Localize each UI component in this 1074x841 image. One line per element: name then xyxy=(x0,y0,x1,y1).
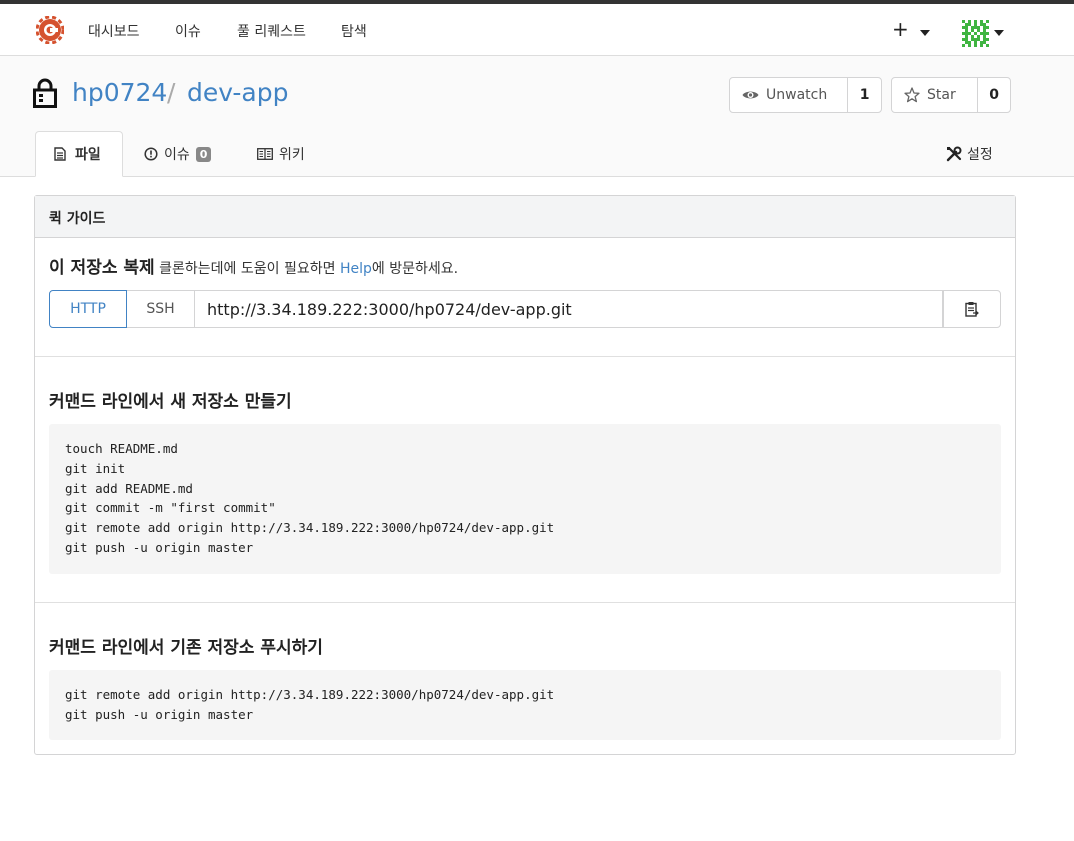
push-repo-code-block: git remote add origin http://3.34.189.22… xyxy=(49,670,1001,740)
nav-pull-requests[interactable]: 풀 리퀘스트 xyxy=(237,21,306,41)
watch-button-group: Unwatch 1 xyxy=(729,77,882,113)
star-button-group: Star 0 xyxy=(891,77,1011,113)
create-dropdown-caret-icon[interactable] xyxy=(920,30,930,36)
repo-name-link[interactable]: dev-app xyxy=(187,78,288,107)
repo-path-separator: / xyxy=(167,78,176,107)
copy-url-button[interactable] xyxy=(943,290,1001,328)
quick-guide-panel: 퀵 가이드 이 저장소 복제 클론하는데에 도움이 필요하면 Help에 방문하… xyxy=(34,195,1016,755)
quick-guide-title: 퀵 가이드 xyxy=(35,196,1015,238)
clone-desc-prefix: 클론하는데에 도움이 필요하면 xyxy=(159,261,340,277)
new-repo-code-block: touch README.md git init git add README.… xyxy=(49,424,1001,574)
push-repo-title: 커맨드 라인에서 기존 저장소 푸시하기 xyxy=(49,638,323,658)
tab-settings[interactable]: 설정 xyxy=(946,131,993,177)
watch-count[interactable]: 1 xyxy=(848,78,881,112)
book-icon xyxy=(257,148,273,160)
code-line: git remote add origin http://3.34.189.22… xyxy=(65,687,555,702)
unwatch-label: Unwatch xyxy=(766,87,828,103)
repo-owner-link[interactable]: hp0724 xyxy=(72,78,167,107)
star-count[interactable]: 0 xyxy=(978,78,1010,112)
code-line: git init xyxy=(65,460,126,476)
tools-icon xyxy=(946,146,962,162)
section-divider xyxy=(35,602,1015,603)
code-line: git push -u origin master xyxy=(65,706,254,722)
tab-settings-label: 설정 xyxy=(967,147,993,163)
gitea-logo-icon[interactable] xyxy=(36,16,64,44)
tab-files[interactable]: 파일 xyxy=(35,131,123,177)
star-button[interactable]: Star xyxy=(892,78,979,112)
star-icon xyxy=(904,87,920,103)
nav-issues[interactable]: 이슈 xyxy=(175,21,201,41)
tab-issues[interactable]: 이슈 0 xyxy=(144,131,212,177)
clone-title: 이 저장소 복제 xyxy=(49,258,155,278)
tab-files-label: 파일 xyxy=(75,147,101,163)
top-navbar: 대시보드 이슈 풀 리퀘스트 탐색 + xyxy=(0,4,1074,56)
http-protocol-button[interactable]: HTTP xyxy=(49,290,127,328)
help-link[interactable]: Help xyxy=(340,261,372,277)
star-label: Star xyxy=(927,87,956,103)
issue-opened-icon xyxy=(144,147,158,161)
nav-explore[interactable]: 탐색 xyxy=(341,21,367,41)
tab-wiki[interactable]: 위키 xyxy=(257,131,305,177)
lock-icon xyxy=(33,78,57,108)
clone-heading: 이 저장소 복제 클론하는데에 도움이 필요하면 Help에 방문하세요. xyxy=(49,253,458,278)
code-line: git add README.md xyxy=(65,480,193,496)
user-dropdown-caret-icon[interactable] xyxy=(994,30,1004,36)
tab-wiki-label: 위키 xyxy=(279,147,305,163)
nav-dashboard[interactable]: 대시보드 xyxy=(88,21,140,41)
file-icon xyxy=(54,147,66,161)
clone-desc-suffix: 에 방문하세요. xyxy=(371,261,459,277)
clone-url-bar: HTTP SSH http://3.34.189.222:3000/hp0724… xyxy=(49,290,1001,328)
ssh-protocol-button[interactable]: SSH xyxy=(127,290,195,328)
issues-count-badge: 0 xyxy=(195,146,212,162)
repo-header: hp0724 / dev-app Unwatch 1 Star 0 파일 이슈 … xyxy=(0,56,1074,177)
clipboard-icon xyxy=(965,302,979,317)
section-divider xyxy=(35,356,1015,357)
avatar[interactable] xyxy=(962,20,989,47)
code-line: git push -u origin master xyxy=(65,539,254,555)
tab-issues-label: 이슈 xyxy=(164,147,190,163)
code-line: git commit -m "first commit" xyxy=(65,500,276,516)
new-repo-title: 커맨드 라인에서 새 저장소 만들기 xyxy=(49,392,292,412)
clone-url-input[interactable]: http://3.34.189.222:3000/hp0724/dev-app.… xyxy=(195,290,943,328)
code-line: touch README.md xyxy=(65,441,178,456)
eye-icon xyxy=(742,91,759,99)
plus-icon[interactable]: + xyxy=(892,19,909,39)
code-line: git remote add origin http://3.34.189.22… xyxy=(65,520,555,536)
unwatch-button[interactable]: Unwatch xyxy=(730,78,849,112)
